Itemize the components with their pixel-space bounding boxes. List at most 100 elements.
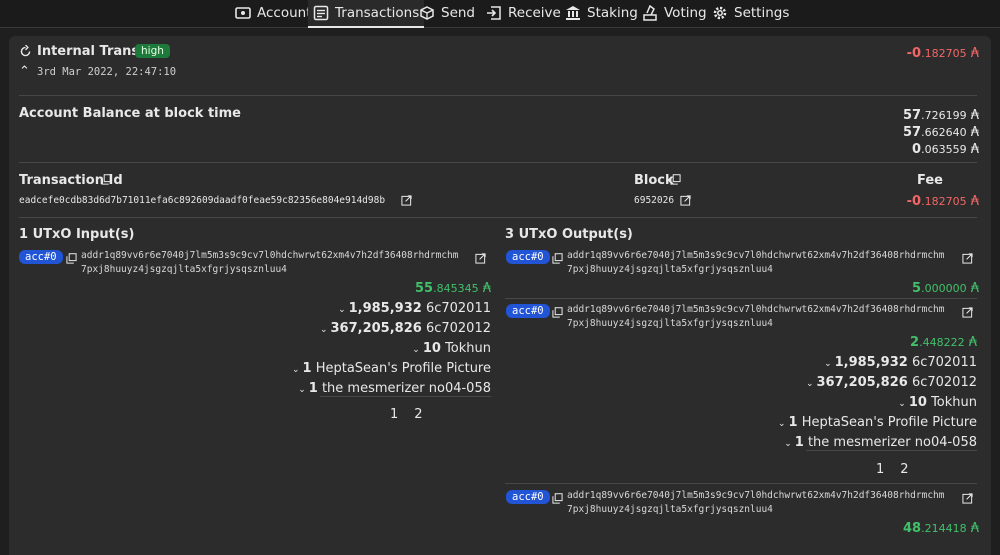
transaction-card: Internal Transfer high ⌃ 3rd Mar 2022, 2…	[9, 36, 991, 555]
tab-send[interactable]: Send	[419, 0, 475, 26]
asset-row[interactable]: ⌄ 1,985,932 6c702011	[824, 355, 977, 370]
ada-symbol: ₳	[970, 194, 979, 209]
tab-receive[interactable]: Receive	[486, 0, 561, 26]
ada-symbol: ₳	[968, 335, 977, 350]
asset-row[interactable]: ⌄ 367,205,826 6c702012	[320, 321, 491, 336]
asset-row[interactable]: ⌄ 10 Tokhun	[412, 341, 491, 356]
copy-icon[interactable]	[66, 253, 77, 264]
tab-label: Send	[441, 5, 476, 21]
amount-int: 48	[902, 521, 922, 536]
balance-frac: .726199	[921, 109, 967, 122]
chevron-down-icon: ⌄	[319, 325, 328, 335]
asset-row[interactable]: ⌄ 1 HeptaSean's Profile Picture	[292, 361, 491, 376]
page-1[interactable]: 1	[390, 407, 398, 422]
block-value: 6952026	[634, 195, 675, 206]
external-link-icon[interactable]	[680, 195, 691, 206]
tab-settings[interactable]: Settings	[712, 0, 789, 26]
divider	[19, 217, 977, 218]
receive-icon	[487, 6, 501, 20]
asset-row[interactable]: ⌄ 367,205,826 6c702012	[806, 375, 977, 390]
refresh-icon	[20, 45, 31, 57]
tab-staking[interactable]: Staking	[565, 0, 638, 26]
chevron-down-icon: ⌄	[298, 385, 306, 395]
output-pagination: 12	[868, 462, 917, 477]
amount-frac: .448222	[919, 336, 965, 349]
tab-label: Staking	[587, 5, 638, 21]
amount-int: 2	[910, 335, 920, 350]
tab-label: Account	[257, 5, 312, 21]
tab-voting[interactable]: Voting	[642, 0, 707, 26]
copy-icon[interactable]	[101, 174, 112, 185]
copy-icon[interactable]	[552, 307, 563, 318]
asset-row[interactable]: ⌄ 1 the mesmerizer no04-058	[784, 435, 977, 450]
output-amount: 5.000000 ₳	[912, 281, 979, 296]
asset-qty: 10	[422, 341, 441, 356]
asset-row[interactable]: ⌄ 1 the mesmerizer no04-058	[298, 381, 491, 396]
tab-transactions[interactable]: Transactions	[308, 0, 425, 28]
asset-name: HeptaSean's Profile Picture	[315, 361, 491, 376]
asset-row[interactable]: ⌄ 1,985,932 6c702011	[338, 301, 491, 316]
tab-label: Voting	[664, 5, 707, 21]
page-1[interactable]: 1	[876, 462, 884, 477]
chevron-down-icon: ⌄	[291, 365, 300, 375]
external-link-icon[interactable]	[962, 253, 973, 264]
amount-int: 55	[414, 281, 434, 296]
tx-datetime: 3rd Mar 2022, 22:47:10	[37, 66, 177, 78]
divider	[19, 95, 977, 96]
tab-label: Receive	[508, 5, 561, 21]
asset-name: HeptaSean's Profile Picture	[801, 415, 977, 430]
chevron-down-icon: ⌄	[898, 399, 906, 409]
external-link-icon[interactable]	[962, 493, 973, 504]
account-badge: acc#0	[506, 490, 550, 504]
gear-icon	[713, 6, 727, 20]
asset-qty: 1,985,932	[348, 301, 422, 316]
divider	[505, 483, 977, 484]
external-link-icon[interactable]	[475, 253, 486, 264]
cube-send-icon	[420, 6, 434, 20]
fee-int: -0	[906, 194, 922, 209]
output-address: addr1q89vv6r6e7040j7lm5m3s9c9cv7l0hdchwr…	[567, 303, 945, 331]
amount-frac: .000000	[921, 282, 967, 295]
address-line: 7pxj8huuyz4jsgzqjlta5xfgrjysqsznluu4	[567, 264, 773, 275]
chevron-down-icon: ⌄	[824, 359, 832, 369]
asset-qty: 367,205,826	[330, 321, 422, 336]
asset-row[interactable]: ⌄ 10 Tokhun	[898, 395, 977, 410]
balance-label: Account Balance at block time	[19, 106, 241, 121]
address-line: addr1q89vv6r6e7040j7lm5m3s9c9cv7l0hdchwr…	[567, 250, 945, 261]
asset-qty: 1	[302, 361, 312, 376]
asset-row[interactable]: ⌄ 1 HeptaSean's Profile Picture	[778, 415, 977, 430]
amount-frac: .214418	[921, 522, 967, 535]
fee-amount: -0.182705 ₳	[907, 194, 979, 209]
asset-qty: 1,985,932	[834, 355, 908, 370]
page-2[interactable]: 2	[900, 462, 908, 477]
asset-name: the mesmerizer no04-058	[807, 435, 977, 450]
fee-label: Fee	[917, 173, 943, 188]
tx-amount-int: -0	[906, 46, 922, 61]
chevron-down-icon: ⌄	[338, 305, 346, 315]
bank-icon	[566, 6, 580, 20]
asset-name: Tokhun	[931, 395, 977, 410]
copy-icon[interactable]	[670, 174, 681, 185]
account-badge: acc#0	[506, 304, 550, 318]
tx-id-value: eadcefe0cdb83d6d7b71011efa6c892609daadf0…	[19, 195, 386, 206]
external-link-icon[interactable]	[401, 195, 412, 206]
divider	[19, 162, 977, 163]
collapse-chevron-icon[interactable]: ⌃	[19, 64, 30, 79]
balance-int: 0	[912, 142, 922, 157]
tab-account[interactable]: Account	[235, 0, 312, 26]
input-assets: 55.845345 ₳ ⌄ 1,985,932 6c702011 ⌄ 367,205…	[9, 278, 491, 418]
address-line: addr1q89vv6r6e7040j7lm5m3s9c9cv7l0hdchwr…	[567, 490, 945, 501]
ada-symbol: ₳	[970, 521, 979, 536]
asset-name: 6c702011	[911, 355, 977, 370]
balance-int: 57	[902, 108, 922, 123]
external-link-icon[interactable]	[962, 307, 973, 318]
asset-qty: 10	[908, 395, 927, 410]
asset-qty: 1	[308, 381, 318, 396]
page-2[interactable]: 2	[414, 407, 422, 422]
ballot-icon	[643, 5, 657, 21]
balance-row: 57.662640 ₳	[903, 124, 979, 141]
copy-icon[interactable]	[552, 493, 563, 504]
divider	[806, 450, 977, 451]
copy-icon[interactable]	[552, 253, 563, 264]
asset-name: 6c702012	[425, 321, 491, 336]
